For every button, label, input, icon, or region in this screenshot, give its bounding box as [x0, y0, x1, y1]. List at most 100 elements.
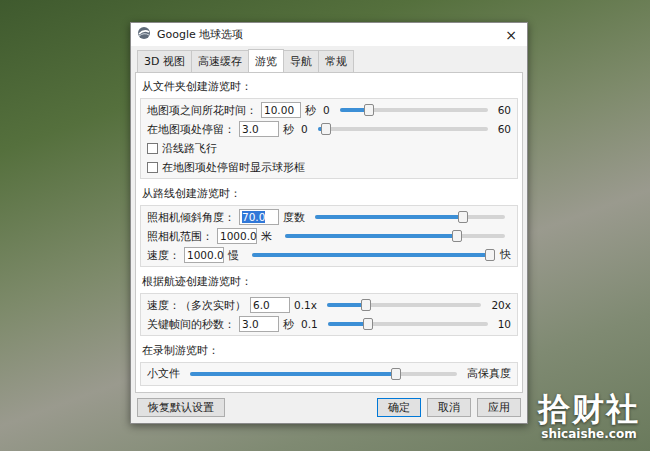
- section-title: 从文件夹创建游览时：: [140, 77, 518, 96]
- tab[interactable]: 导航: [283, 50, 319, 72]
- apply-button[interactable]: 应用: [477, 398, 521, 417]
- settings-section: 从路线创建游览时： 照相机倾斜角度： 70.0 度数照相机范围： 1000.0 米速度： 1…: [140, 184, 518, 267]
- tab[interactable]: 游览: [248, 49, 284, 72]
- value-input[interactable]: 1000.0: [217, 228, 257, 244]
- value-input[interactable]: 10.00: [261, 102, 301, 118]
- value-text[interactable]: 6.0: [253, 299, 270, 311]
- slider-fill: [252, 253, 490, 257]
- tour-panel: 从文件夹创建游览时：地图项之间所花时间：10.00秒060在地图项处停留：3.0…: [135, 72, 523, 393]
- slider-row: 速度：1000.0慢快: [147, 247, 511, 263]
- slider-row: 照相机范围： 1000.0 米: [147, 228, 511, 244]
- google-earth-icon: [137, 26, 151, 43]
- title-bar: Google 地球选项 ×: [131, 23, 527, 46]
- tab-bar: 3D 视图高速缓存游览导航常规: [131, 46, 527, 72]
- unit-label: 度数: [283, 210, 305, 225]
- watermark: 拾财社shicaishe.com: [538, 392, 640, 441]
- max-label: 20x: [491, 299, 511, 311]
- unit-label: 秒: [305, 103, 319, 118]
- slider-fill: [315, 215, 463, 219]
- slider-thumb[interactable]: [364, 104, 374, 116]
- unit-label: 秒: [283, 122, 297, 137]
- checkbox-label[interactable]: 沿线路飞行: [162, 141, 217, 156]
- slider-thumb[interactable]: [485, 249, 495, 261]
- value-input[interactable]: 3.0: [239, 316, 279, 332]
- value-text[interactable]: 1000.0: [220, 230, 257, 242]
- slider-row: 小文件 高保真度: [147, 366, 511, 382]
- checkbox-label[interactable]: 在地图项处停留时显示球形框: [162, 160, 305, 175]
- slider-track[interactable]: [315, 215, 505, 219]
- tab[interactable]: 高速缓存: [191, 50, 249, 72]
- value-input[interactable]: 6.0: [250, 297, 290, 313]
- slider-track[interactable]: [285, 234, 505, 238]
- checkbox[interactable]: [147, 143, 158, 154]
- slider-row: 在地图项处停留： 3.0 秒0 60: [147, 121, 511, 137]
- watermark-url: shicaishe.com: [541, 427, 636, 441]
- slider-thumb[interactable]: [452, 230, 462, 242]
- slider-thumb[interactable]: [391, 368, 401, 380]
- checkbox[interactable]: [147, 162, 158, 173]
- section-box: 照相机倾斜角度：70.0度数照相机范围：1000.0米速度：1000.0慢快: [140, 205, 518, 267]
- min-label: 0: [323, 104, 330, 116]
- slider-thumb[interactable]: [321, 123, 331, 135]
- section-title: 在录制游览时：: [140, 341, 518, 360]
- max-label: 60: [498, 104, 511, 116]
- slider-track[interactable]: [340, 108, 488, 112]
- button-bar: 恢复默认设置 确定取消应用: [131, 393, 527, 423]
- max-label: 60: [498, 123, 511, 135]
- max-label: 快: [500, 248, 511, 262]
- slider-fill: [328, 322, 368, 326]
- field-label: 照相机倾斜角度：: [147, 210, 235, 225]
- cancel-button[interactable]: 取消: [427, 398, 471, 417]
- section-title: 从路线创建游览时：: [140, 184, 518, 203]
- min-label: 0.1: [301, 318, 318, 330]
- slider-track[interactable]: [190, 372, 457, 376]
- close-button[interactable]: ×: [501, 28, 521, 42]
- min-label: 小文件: [147, 367, 180, 381]
- field-label: 在地图项处停留：: [147, 122, 235, 137]
- value-text[interactable]: 70.0: [242, 211, 265, 223]
- value-text[interactable]: 1000.0: [187, 249, 224, 261]
- field-label: 速度：（多次实时）: [147, 298, 246, 313]
- ok-button[interactable]: 确定: [377, 398, 421, 417]
- section-title: 根据航迹创建游览时：: [140, 272, 518, 291]
- tab[interactable]: 常规: [318, 50, 354, 72]
- field-label: 速度：: [147, 248, 180, 263]
- options-dialog: Google 地球选项×3D 视图高速缓存游览导航常规从文件夹创建游览时：地图项…: [130, 22, 528, 424]
- value-input[interactable]: 70.0: [239, 209, 279, 225]
- slider-track[interactable]: [252, 253, 490, 257]
- value-input[interactable]: 3.0: [239, 121, 279, 137]
- checkbox-row: 沿线路飞行: [147, 140, 511, 156]
- dialog-title: Google 地球选项: [157, 27, 495, 42]
- min-label: 0: [301, 123, 308, 135]
- slider-track[interactable]: [327, 303, 482, 307]
- reset-button[interactable]: 恢复默认设置: [137, 398, 225, 417]
- slider-fill: [285, 234, 457, 238]
- max-label: 高保真度: [467, 367, 511, 381]
- unit-label: 米: [261, 229, 275, 244]
- field-label: 照相机范围：: [147, 229, 213, 244]
- slider-fill: [327, 303, 366, 307]
- unit-label: 秒: [283, 317, 297, 332]
- slider-thumb[interactable]: [458, 211, 468, 223]
- slider-track[interactable]: [318, 127, 488, 131]
- value-text[interactable]: 3.0: [242, 318, 259, 330]
- slider-thumb[interactable]: [363, 318, 373, 330]
- checkbox-row: 在地图项处停留时显示球形框: [147, 159, 511, 175]
- tab[interactable]: 3D 视图: [137, 50, 192, 72]
- field-label: 关键帧间的秒数：: [147, 317, 235, 332]
- section-box: 小文件 高保真度: [140, 362, 518, 386]
- settings-section: 从文件夹创建游览时：地图项之间所花时间：10.00秒060在地图项处停留：3.0…: [140, 77, 518, 179]
- slider-thumb[interactable]: [361, 299, 371, 311]
- slider-row: 速度：（多次实时） 6.0 0.1x 20x: [147, 297, 511, 313]
- slider-row: 关键帧间的秒数： 3.0 秒 0.1 10: [147, 316, 511, 332]
- slider-row: 照相机倾斜角度： 70.0 度数: [147, 209, 511, 225]
- value-input[interactable]: 1000.0: [184, 247, 224, 263]
- slider-row: 地图项之间所花时间：10.00秒060: [147, 102, 511, 118]
- value-text[interactable]: 10.00: [264, 104, 294, 116]
- max-label: 10: [498, 318, 511, 330]
- min-label: 0.1x: [294, 299, 317, 311]
- section-box: 速度：（多次实时） 6.0 0.1x 20x 关键帧间的秒数： 3.0 秒 0.1 10: [140, 293, 518, 336]
- settings-section: 根据航迹创建游览时： 速度：（多次实时） 6.0 0.1x 20x 关键帧间的秒数： 3.0…: [140, 272, 518, 336]
- value-text[interactable]: 3.0: [242, 123, 259, 135]
- slider-track[interactable]: [328, 322, 488, 326]
